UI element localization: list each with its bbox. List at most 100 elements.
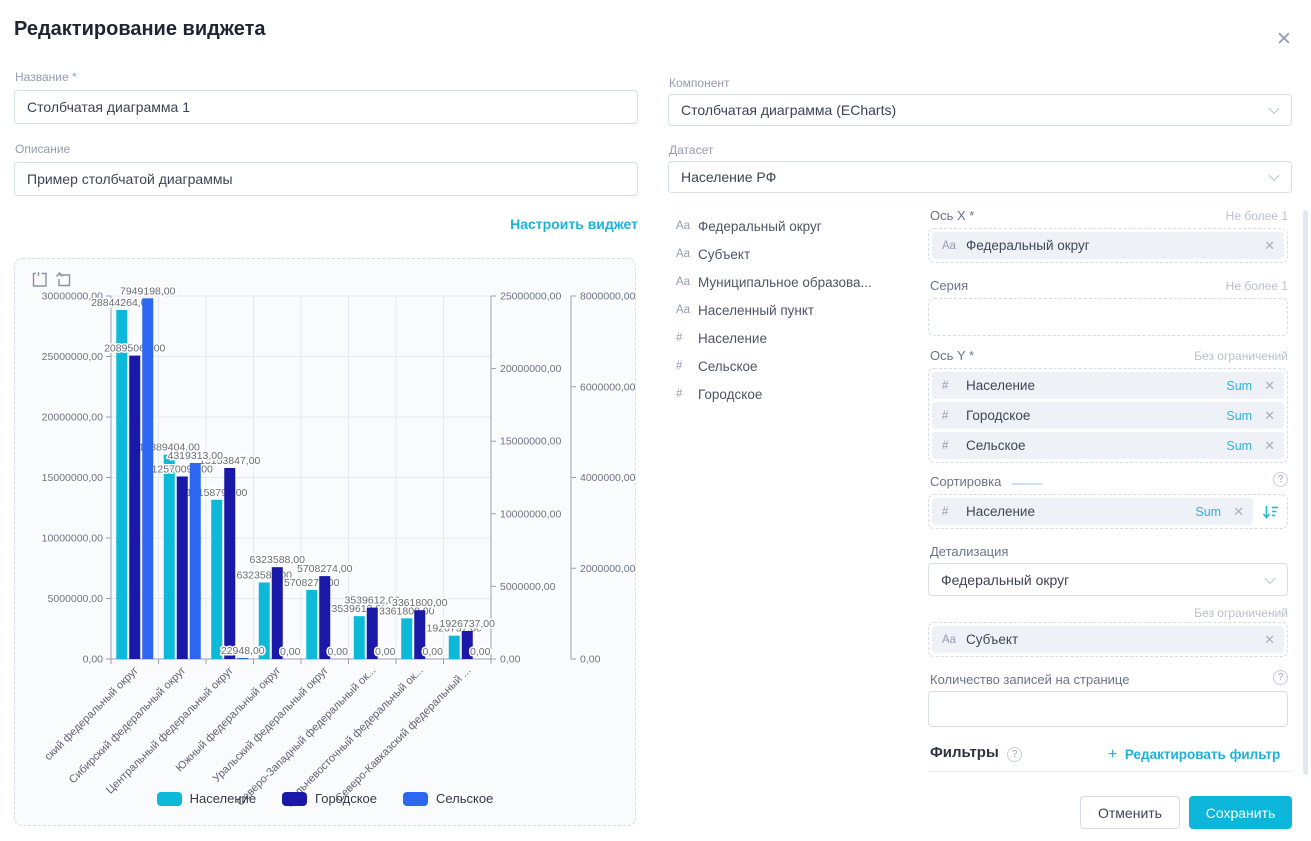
text-type-icon: Aa <box>676 248 698 260</box>
remove-chip-icon[interactable]: ✕ <box>1264 238 1275 254</box>
y-axis-tick-label: 25000000,00 <box>500 291 561 303</box>
drilldown-dropzone[interactable]: Aa Субъект ✕ <box>928 622 1288 657</box>
toolbox-restore-icon[interactable] <box>55 271 72 293</box>
bar-value-label: 0,00 <box>375 646 396 658</box>
sorting-dropzone[interactable]: # Население Sum ✕ <box>928 494 1288 529</box>
remove-chip-icon[interactable]: ✕ <box>1233 504 1244 520</box>
text-type-icon: Aa <box>676 304 698 316</box>
close-icon[interactable]: ✕ <box>1276 28 1292 51</box>
sorting-chip[interactable]: # Население Sum ✕ <box>932 498 1253 525</box>
y-axis-tick-label: 20000000,00 <box>500 363 561 375</box>
bar-Население <box>449 636 460 659</box>
field-item[interactable]: AaСубъект <box>676 240 916 268</box>
component-label: Компонент <box>669 76 730 90</box>
chevron-down-icon <box>1264 572 1275 583</box>
bar-Население <box>116 310 127 659</box>
cancel-button[interactable]: Отменить <box>1080 796 1180 829</box>
sort-descending-icon[interactable] <box>1256 503 1284 521</box>
help-icon[interactable]: ? <box>1273 670 1288 685</box>
bar-Сельское <box>142 298 153 659</box>
y-axis-tick-label: 5000000,00 <box>500 581 556 593</box>
bar-value-label: 5708274,00 <box>284 577 340 589</box>
drilldown-label: Детализация <box>930 544 1008 559</box>
help-icon[interactable]: ? <box>1273 472 1288 487</box>
chart-legend: Население Городское Сельское <box>15 791 635 806</box>
y-axis-tick-label: 10000000,00 <box>500 508 561 520</box>
divider <box>928 771 1292 772</box>
y-axis-hint: Без ограничений <box>928 349 1288 363</box>
bar-Сельское <box>190 463 201 659</box>
y-axis-chip[interactable]: # Городское Sum ✕ <box>932 402 1284 429</box>
field-item[interactable]: AaФедеральный округ <box>676 212 916 240</box>
bar-Городское <box>224 468 235 659</box>
remove-chip-icon[interactable]: ✕ <box>1264 632 1275 648</box>
text-type-icon: Aa <box>942 634 966 646</box>
number-type-icon: # <box>942 440 966 452</box>
number-type-icon: # <box>942 506 966 518</box>
number-type-icon: # <box>676 388 698 400</box>
y-axis-tick-label: 0,00 <box>83 654 104 666</box>
y-axis-dropzone[interactable]: # Население Sum ✕ # Городское Sum ✕ # Се… <box>928 368 1288 463</box>
description-input[interactable]: Пример столбчатой диаграммы <box>14 162 638 196</box>
field-item[interactable]: AaМуниципальное образова... <box>676 268 916 296</box>
legend-item[interactable]: Сельское <box>403 791 493 806</box>
drilldown-chip[interactable]: Aa Субъект ✕ <box>932 626 1284 653</box>
y-axis-tick-label: 10000000,00 <box>42 533 103 545</box>
configure-widget-link[interactable]: Настроить виджет <box>510 216 638 232</box>
number-type-icon: # <box>676 360 698 372</box>
series-dropzone[interactable] <box>928 298 1288 336</box>
y-axis-tick-label: 15000000,00 <box>42 472 103 484</box>
series-hint: Не более 1 <box>928 279 1288 293</box>
number-type-icon: # <box>942 380 966 392</box>
y-axis-tick-label: 20000000,00 <box>42 412 103 424</box>
bar-value-label: 4319313,00 <box>168 450 224 462</box>
y-axis-tick-label: 0,00 <box>580 654 601 666</box>
legend-item[interactable]: Население <box>157 791 256 806</box>
x-axis-dropzone[interactable]: Aa Федеральный округ ✕ <box>928 228 1288 263</box>
y-axis-chip[interactable]: # Сельское Sum ✕ <box>932 432 1284 459</box>
bar-value-label: 20895066,00 <box>104 343 165 355</box>
chart-preview-card: 0,00 5000000,00 10000000,00 15000000,00 2000… <box>14 258 636 826</box>
remove-chip-icon[interactable]: ✕ <box>1264 438 1275 454</box>
y-axis-tick-label: 8000000,00 <box>580 291 636 303</box>
text-type-icon: Aa <box>676 276 698 288</box>
component-select[interactable]: Столбчатая диаграмма (ECharts) <box>668 94 1292 126</box>
bar-value-label: 3361800,00 <box>392 597 448 609</box>
aggregation-badge[interactable]: Sum <box>1195 505 1221 519</box>
text-type-icon: Aa <box>676 220 698 232</box>
dataset-select[interactable]: Население РФ <box>668 161 1292 193</box>
drilldown-select[interactable]: Федеральный округ <box>928 563 1288 596</box>
bar-chart: 0,00 5000000,00 10000000,00 15000000,00 2000… <box>15 259 637 825</box>
edit-filter-link[interactable]: + Редактировать фильтр <box>1108 746 1280 764</box>
chevron-down-icon <box>1268 170 1279 181</box>
field-item[interactable]: AaНаселенный пункт <box>676 296 916 324</box>
remove-chip-icon[interactable]: ✕ <box>1264 408 1275 424</box>
name-input[interactable]: Столбчатая диаграмма 1 <box>14 90 638 124</box>
legend-item[interactable]: Городское <box>282 791 377 806</box>
page-size-label: Количество записей на странице <box>930 672 1129 687</box>
scrollbar[interactable] <box>1303 210 1308 775</box>
toolbox-area-zoom-icon[interactable] <box>31 271 48 293</box>
field-item[interactable]: #Городское <box>676 380 916 408</box>
field-item[interactable]: #Сельское <box>676 352 916 380</box>
x-axis-chip[interactable]: Aa Федеральный округ ✕ <box>932 232 1284 259</box>
y-axis-tick-label: 2000000,00 <box>580 563 636 575</box>
aggregation-badge[interactable]: Sum <box>1226 439 1252 453</box>
sorting-label: Сортировка <box>930 474 1001 489</box>
dataset-label: Датасет <box>669 143 713 157</box>
bar-value-label: 1926737,00 <box>440 618 496 630</box>
name-label: Название * <box>15 70 77 84</box>
y-axis-chip[interactable]: # Население Sum ✕ <box>932 372 1284 399</box>
page-title: Редактирование виджета <box>14 18 266 41</box>
help-icon[interactable]: ? <box>1007 747 1022 762</box>
save-button[interactable]: Сохранить <box>1189 796 1292 829</box>
bar-value-label: 0,00 <box>423 646 444 658</box>
bar-Городское <box>177 476 188 659</box>
page-size-input[interactable] <box>928 691 1288 727</box>
field-item[interactable]: #Население <box>676 324 916 352</box>
aggregation-badge[interactable]: Sum <box>1226 379 1252 393</box>
y-axis-tick-label: 15000000,00 <box>500 436 561 448</box>
bar-value-label: 7949198,00 <box>120 285 176 297</box>
remove-chip-icon[interactable]: ✕ <box>1264 378 1275 394</box>
aggregation-badge[interactable]: Sum <box>1226 409 1252 423</box>
